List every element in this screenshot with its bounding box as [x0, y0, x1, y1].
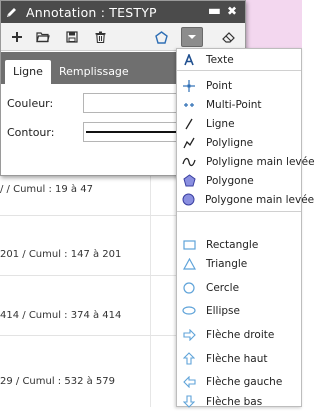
- chevron-down-icon: [188, 35, 196, 39]
- menu-item-point[interactable]: Point: [177, 76, 301, 95]
- menu-item-polyligne[interactable]: Polyligne: [177, 133, 301, 152]
- menu-item-fleche-gauche[interactable]: Flèche gauche: [177, 372, 301, 391]
- open-button[interactable]: [33, 27, 53, 47]
- menu-item-rectangle[interactable]: Rectangle: [177, 235, 301, 254]
- menu-item-label: Polyligne main levée: [206, 155, 315, 168]
- shape-dropdown-menu: Texte Point Multi-Point Ligne Polyligne …: [176, 48, 315, 408]
- tab-ligne[interactable]: Ligne: [5, 60, 51, 84]
- polygon-tool-button[interactable]: [151, 27, 171, 47]
- menu-item-label: Rectangle: [206, 238, 259, 251]
- trash-icon: [95, 31, 105, 43]
- polygon-icon: [154, 30, 168, 44]
- menu-item-fleche-haut[interactable]: Flèche haut: [177, 349, 301, 368]
- polyline-icon: [182, 136, 196, 150]
- tab-remplissage[interactable]: Remplissage: [51, 60, 137, 84]
- rectangle-icon: [182, 238, 196, 252]
- menu-item-ligne[interactable]: Ligne: [177, 114, 301, 133]
- row-cumul-text: 201 / Cumul : 147 à 201: [0, 249, 122, 260]
- eraser-icon: [222, 32, 235, 43]
- pencil-icon: [6, 6, 18, 18]
- menu-item-label: Multi-Point: [206, 98, 262, 111]
- menu-item-cercle[interactable]: Cercle: [177, 278, 301, 297]
- minimize-button[interactable]: ▬: [208, 3, 221, 19]
- menu-item-label: Polygone main levée: [205, 193, 315, 206]
- eraser-button[interactable]: [219, 27, 239, 47]
- multipoint-icon: [182, 98, 196, 112]
- freehand-polygon-icon: [182, 193, 195, 207]
- menu-item-ellipse[interactable]: Ellipse: [177, 301, 301, 320]
- contour-label: Contour:: [7, 126, 55, 139]
- menu-item-label: Point: [206, 79, 233, 92]
- delete-button[interactable]: [90, 27, 110, 47]
- annotation-toolbar: [1, 23, 245, 51]
- menu-item-label: Polyligne: [206, 136, 254, 149]
- row-cumul-text: 414 / Cumul : 374 à 414: [0, 310, 122, 321]
- plus-icon: [12, 32, 22, 42]
- freehand-polyline-icon: [182, 155, 196, 169]
- background-highlight: [238, 0, 302, 52]
- polygon-icon: [182, 174, 196, 188]
- point-icon: [182, 79, 196, 93]
- arrow-up-icon: [182, 352, 196, 366]
- menu-item-label: Polygone: [206, 174, 254, 187]
- menu-item-label: Flèche droite: [206, 328, 275, 341]
- window-title: Annotation : TESTYP: [26, 4, 157, 20]
- menu-item-label: Flèche haut: [206, 352, 268, 365]
- menu-item-fleche-droite[interactable]: Flèche droite: [177, 325, 301, 344]
- menu-item-label: Texte: [206, 53, 234, 66]
- menu-item-label: Triangle: [206, 257, 248, 270]
- menu-item-polyligne-main-levee[interactable]: Polyligne main levée: [177, 152, 315, 171]
- line-icon: [182, 117, 196, 131]
- menu-item-label: Ligne: [206, 117, 235, 130]
- menu-item-polygone[interactable]: Polygone: [177, 171, 301, 190]
- menu-item-label: Ellipse: [206, 304, 240, 317]
- shape-dropdown-button[interactable]: [181, 27, 203, 47]
- floppy-icon: [66, 31, 78, 43]
- row-cumul-text: 29 / Cumul : 532 à 579: [0, 376, 116, 387]
- menu-item-polygone-main-levee[interactable]: Polygone main levée: [177, 190, 314, 209]
- text-a-icon: [182, 53, 196, 67]
- menu-separator: [177, 70, 301, 71]
- circle-icon: [182, 281, 196, 295]
- save-button[interactable]: [62, 27, 82, 47]
- window-titlebar[interactable]: Annotation : TESTYP ▬ ✖: [1, 1, 245, 23]
- menu-item-label: Flèche bas: [206, 395, 263, 408]
- add-button[interactable]: [7, 27, 27, 47]
- menu-item-texte[interactable]: Texte: [177, 50, 301, 69]
- ellipse-icon: [182, 304, 196, 318]
- menu-item-triangle[interactable]: Triangle: [177, 254, 301, 273]
- menu-item-label: Flèche gauche: [206, 375, 283, 388]
- menu-item-fleche-bas[interactable]: Flèche bas: [177, 392, 301, 411]
- close-button[interactable]: ✖: [227, 4, 237, 18]
- row-cumul-text: / / Cumul : 19 à 47: [0, 184, 93, 195]
- menu-item-multipoint[interactable]: Multi-Point: [177, 95, 301, 114]
- arrow-left-icon: [182, 375, 196, 389]
- folder-icon: [36, 32, 50, 43]
- triangle-icon: [182, 257, 196, 271]
- menu-separator: [177, 211, 301, 212]
- couleur-label: Couleur:: [7, 97, 54, 110]
- menu-item-label: Cercle: [206, 281, 240, 294]
- arrow-down-icon: [182, 395, 196, 409]
- arrow-right-icon: [182, 328, 196, 342]
